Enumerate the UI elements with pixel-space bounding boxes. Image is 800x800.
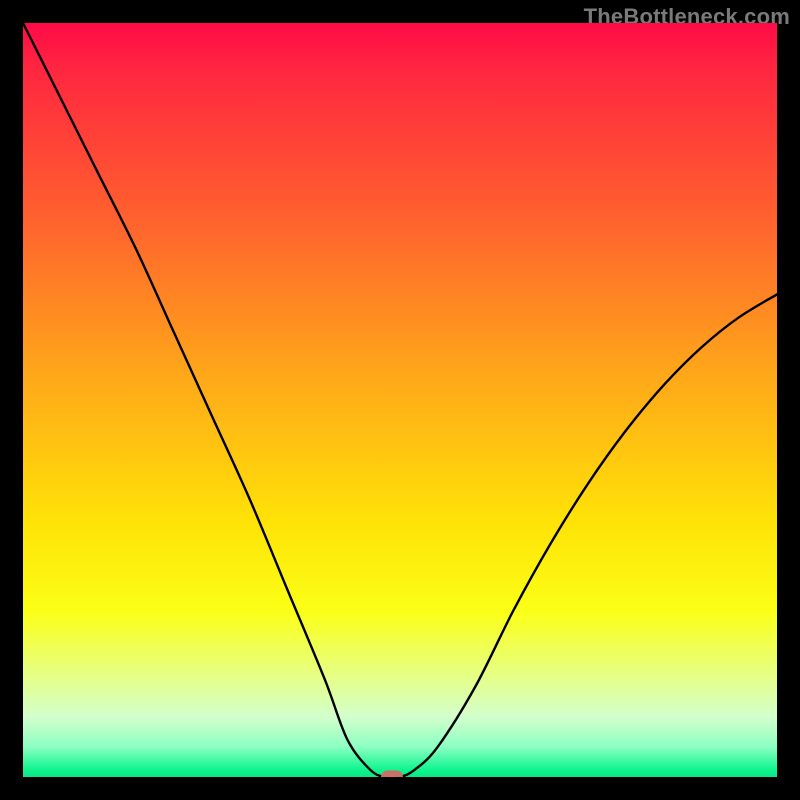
- bottleneck-curve: [23, 23, 777, 777]
- minimum-marker: [381, 771, 403, 778]
- plot-area: [23, 23, 777, 777]
- chart-frame: TheBottleneck.com: [0, 0, 800, 800]
